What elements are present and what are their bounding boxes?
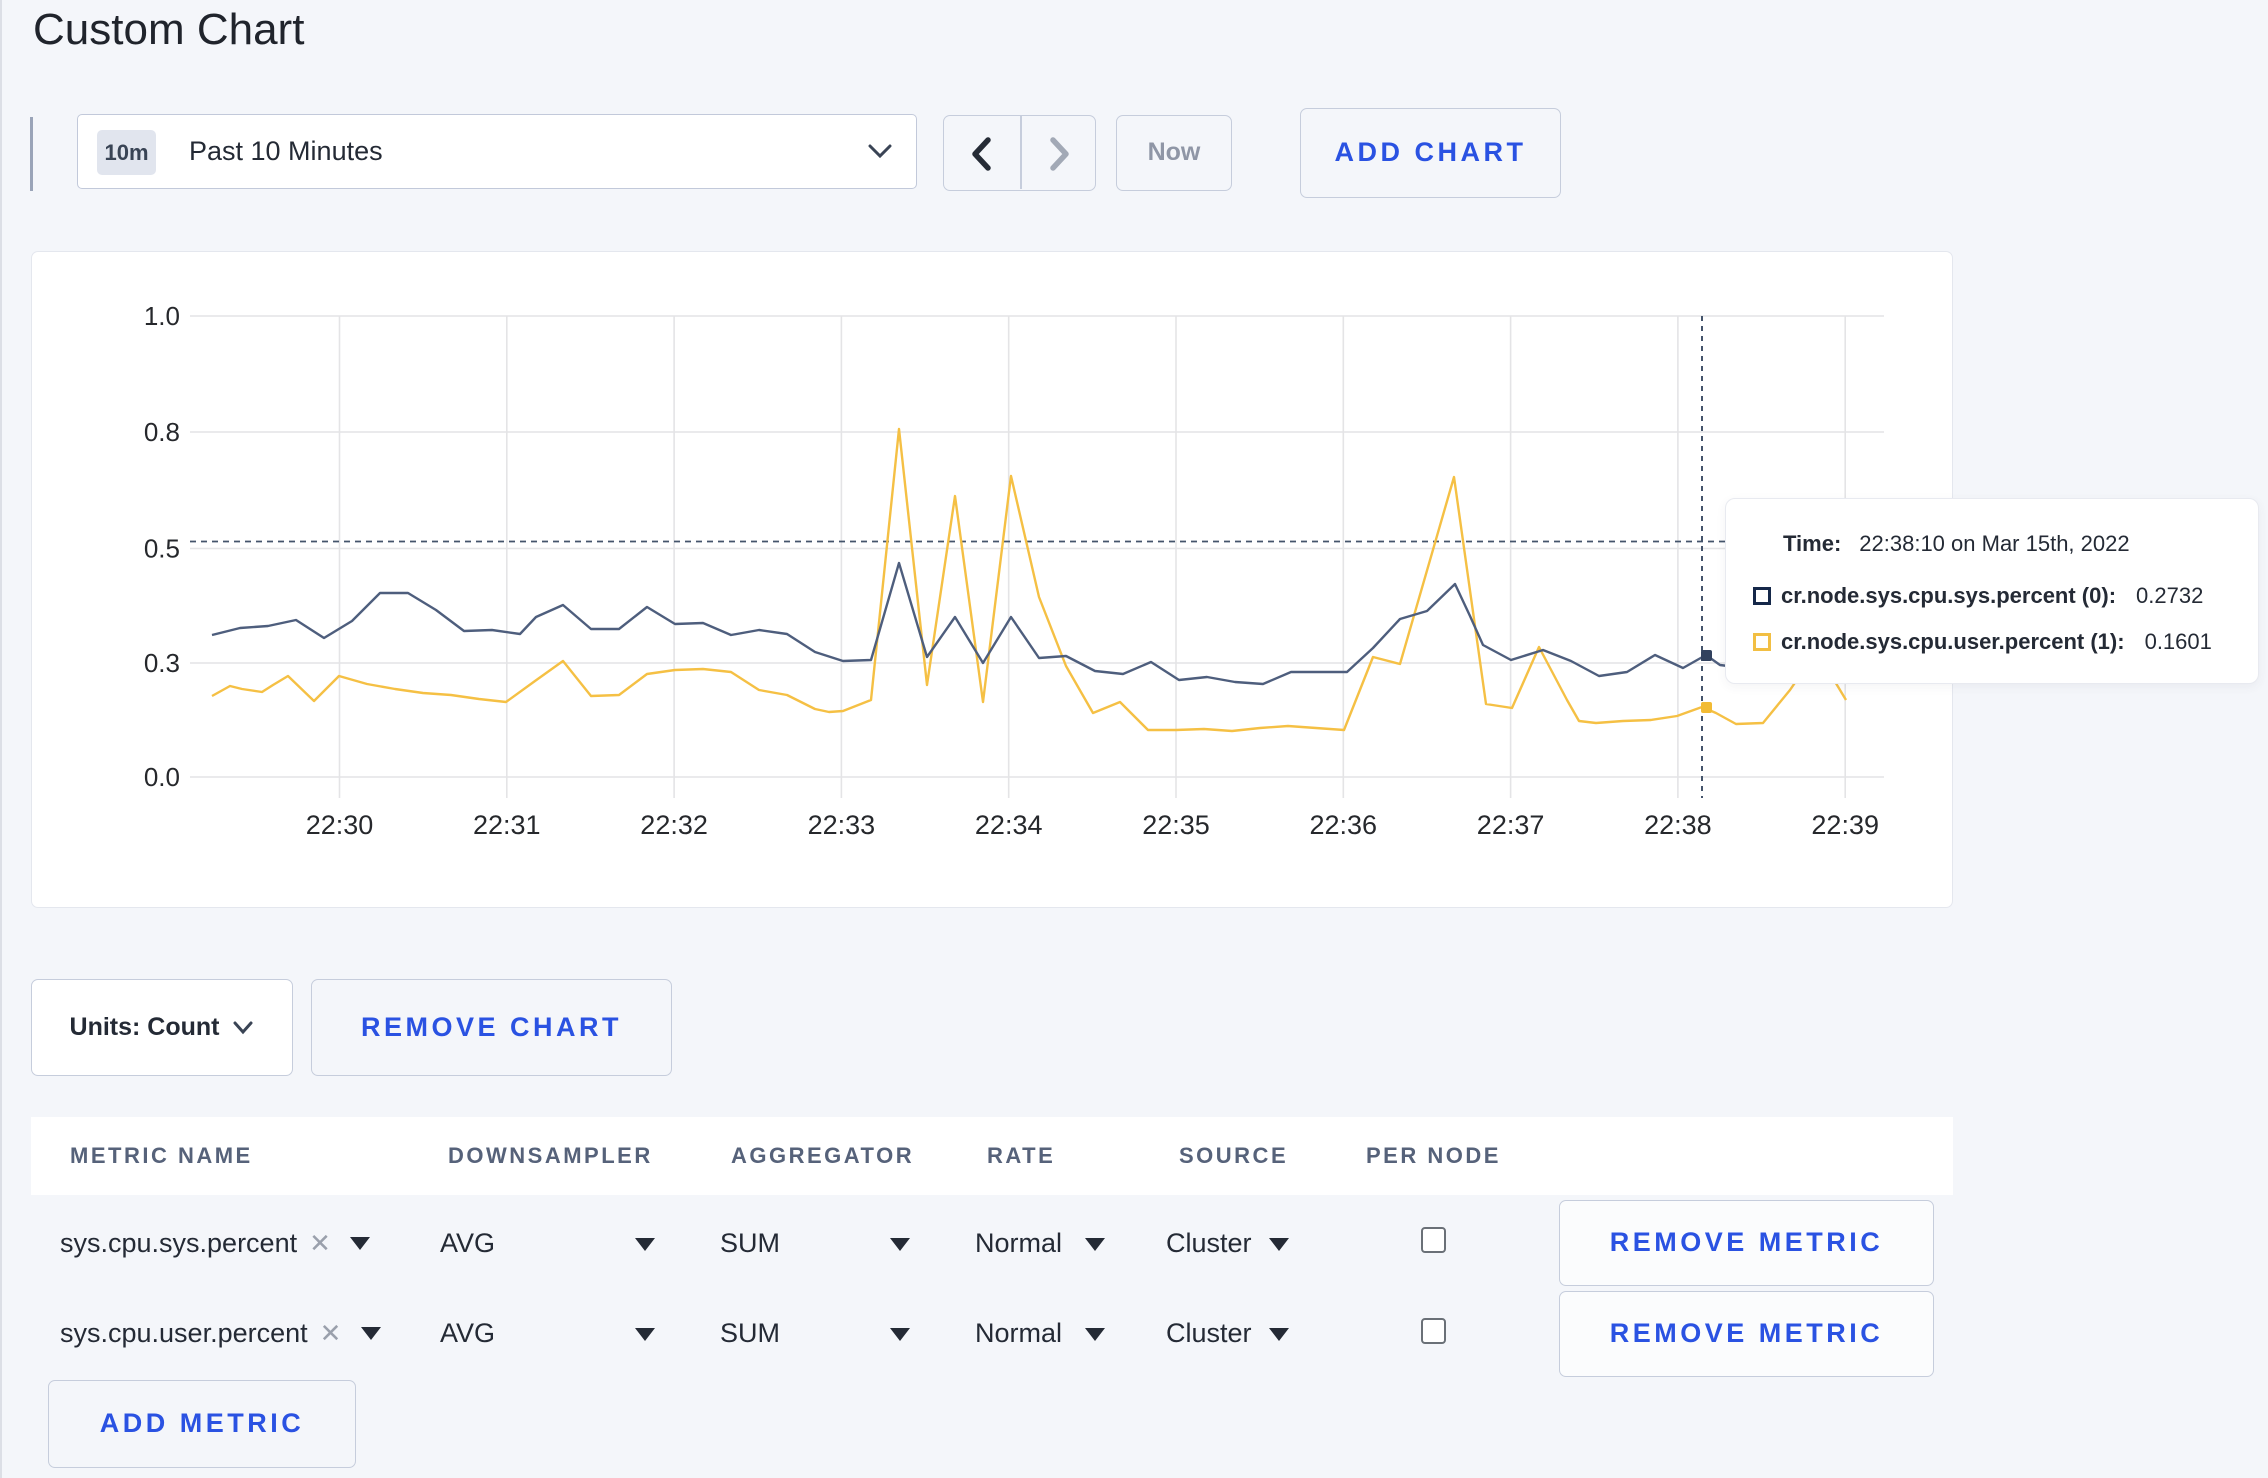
svg-text:1.0: 1.0 xyxy=(144,301,180,331)
svg-text:22:37: 22:37 xyxy=(1477,810,1545,840)
svg-text:22:30: 22:30 xyxy=(306,810,374,840)
svg-text:0.8: 0.8 xyxy=(144,417,180,447)
svg-text:22:31: 22:31 xyxy=(473,810,541,840)
svg-text:0.0: 0.0 xyxy=(144,762,180,792)
svg-text:22:34: 22:34 xyxy=(975,810,1043,840)
svg-text:22:39: 22:39 xyxy=(1811,810,1879,840)
svg-text:22:33: 22:33 xyxy=(808,810,876,840)
svg-text:22:35: 22:35 xyxy=(1142,810,1210,840)
svg-text:0.3: 0.3 xyxy=(144,648,180,678)
svg-text:22:36: 22:36 xyxy=(1310,810,1378,840)
svg-text:22:32: 22:32 xyxy=(640,810,708,840)
svg-text:22:38: 22:38 xyxy=(1644,810,1712,840)
svg-text:0.5: 0.5 xyxy=(144,534,180,564)
